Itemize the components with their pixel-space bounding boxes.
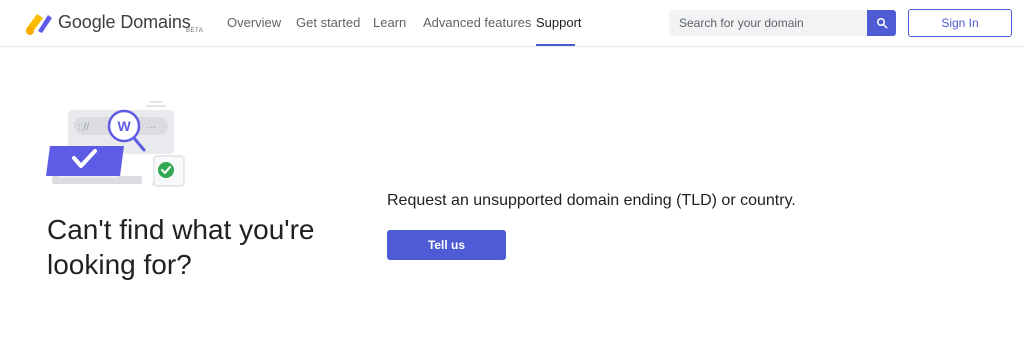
svg-text::://: ::// (78, 122, 89, 133)
nav-get-started[interactable]: Get started (296, 15, 360, 30)
illustration-letter: W (118, 118, 132, 134)
beta-badge: BETA (186, 28, 204, 34)
nav-support[interactable]: Support (536, 15, 582, 30)
tell-us-button[interactable]: Tell us (387, 230, 506, 260)
search-button[interactable] (867, 10, 896, 36)
page-headline: Can't find what you're looking for? (47, 214, 315, 280)
domain-search-illustration: ::// ··· W (46, 101, 185, 187)
search-icon (876, 18, 887, 29)
google-domains-logo-icon[interactable] (24, 11, 52, 35)
nav-learn[interactable]: Learn (373, 15, 406, 30)
check-badge-icon (158, 162, 174, 178)
active-nav-indicator (536, 44, 575, 46)
domain-search-input[interactable] (669, 10, 867, 36)
nav-advanced-features[interactable]: Advanced features (423, 15, 531, 30)
cloud-icon (146, 101, 166, 107)
sign-in-button[interactable]: Sign In (908, 9, 1012, 37)
nav-overview[interactable]: Overview (227, 15, 281, 30)
svg-text:···: ··· (146, 122, 156, 133)
request-tld-text: Request an unsupported domain ending (TL… (387, 192, 796, 209)
top-header: Google Domains BETA Overview Get started… (0, 0, 1024, 47)
brand-name[interactable]: Google Domains (58, 12, 191, 33)
